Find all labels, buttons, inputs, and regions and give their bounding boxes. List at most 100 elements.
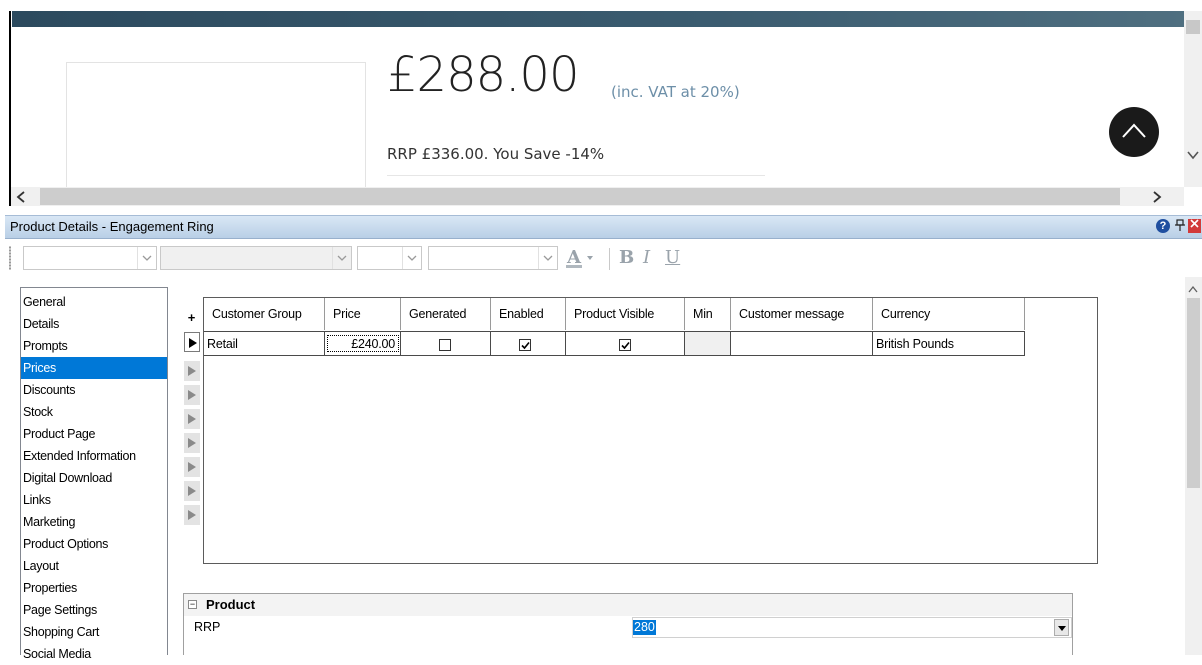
- nav-item-extended-information[interactable]: Extended Information: [21, 445, 167, 467]
- chevron-right-icon: [1153, 191, 1162, 203]
- nav-item-social-media[interactable]: Social Media: [21, 643, 167, 665]
- panel-title-bar: Product Details - Engagement Ring: [5, 215, 1202, 239]
- format-select[interactable]: [428, 246, 558, 270]
- add-row-button[interactable]: +: [184, 309, 199, 329]
- nav-item-stock[interactable]: Stock: [21, 401, 167, 423]
- column-header-customer-message[interactable]: Customer message: [731, 298, 873, 330]
- web-vertical-scroll-thumb[interactable]: [1186, 20, 1200, 34]
- chevron-up-icon: [1188, 285, 1198, 293]
- nav-item-properties[interactable]: Properties: [21, 577, 167, 599]
- enabled-checkbox[interactable]: [519, 339, 531, 351]
- chevron-down-icon: [142, 255, 152, 261]
- toolbar-grip[interactable]: [9, 246, 11, 270]
- panel-vertical-scroll-thumb[interactable]: [1187, 298, 1200, 488]
- column-header-min[interactable]: Min: [685, 298, 731, 330]
- scroll-down-arrow[interactable]: [1186, 148, 1200, 162]
- product-price: £288.00: [387, 47, 579, 103]
- row-pointer-icon: [188, 438, 196, 448]
- property-value-rrp[interactable]: 280: [633, 620, 656, 635]
- column-header-generated[interactable]: Generated: [401, 298, 491, 330]
- property-name-rrp[interactable]: RRP: [194, 620, 220, 634]
- column-header-product-visible[interactable]: Product Visible: [566, 298, 685, 330]
- row-pointer-icon: [188, 390, 196, 400]
- nav-item-links[interactable]: Links: [21, 489, 167, 511]
- formatting-toolbar: A B I U: [5, 240, 1202, 277]
- nav-item-details[interactable]: Details: [21, 313, 167, 335]
- chevron-up-icon: [1122, 123, 1146, 138]
- nav-item-marketing[interactable]: Marketing: [21, 511, 167, 533]
- cell-currency[interactable]: British Pounds: [873, 331, 1025, 356]
- nav-item-page-settings[interactable]: Page Settings: [21, 599, 167, 621]
- cell-customer-message[interactable]: [731, 331, 873, 356]
- row-selector[interactable]: [184, 481, 200, 501]
- font-family-select[interactable]: [160, 246, 352, 270]
- property-grid: − Product RRP 280: [183, 593, 1073, 655]
- chevron-down-icon: [1187, 151, 1199, 160]
- font-color-icon: A: [566, 247, 593, 268]
- scroll-left-arrow[interactable]: [14, 190, 28, 207]
- italic-button[interactable]: I: [643, 246, 659, 270]
- property-category-label: Product: [206, 597, 256, 612]
- cell-generated[interactable]: [401, 331, 491, 356]
- nav-item-general[interactable]: General: [21, 291, 167, 313]
- cell-enabled[interactable]: [491, 331, 566, 356]
- scroll-to-top-button[interactable]: [1109, 107, 1159, 157]
- nav-item-shopping-cart[interactable]: Shopping Cart: [21, 621, 167, 643]
- web-horizontal-scroll-thumb[interactable]: [40, 188, 1120, 205]
- row-pointer-icon: [188, 366, 196, 376]
- product-visible-checkbox[interactable]: [619, 339, 631, 351]
- property-value-field[interactable]: [632, 617, 1072, 638]
- generated-checkbox[interactable]: [439, 339, 451, 351]
- pin-icon[interactable]: [1174, 219, 1186, 233]
- dropdown-arrow-icon: [1058, 626, 1066, 631]
- checkmark-icon: [521, 341, 530, 350]
- style-select[interactable]: [23, 246, 157, 270]
- help-icon[interactable]: ?: [1156, 219, 1170, 233]
- column-header-enabled[interactable]: Enabled: [491, 298, 566, 330]
- row-pointer-icon: [188, 486, 196, 496]
- row-selector[interactable]: [184, 409, 200, 429]
- divider: [387, 175, 765, 176]
- cell-min[interactable]: [685, 331, 731, 356]
- row-selector[interactable]: [184, 385, 200, 405]
- price-value[interactable]: £240.00: [327, 335, 399, 352]
- nav-item-prices[interactable]: Prices: [21, 357, 167, 379]
- row-selector[interactable]: [184, 457, 200, 477]
- property-dropdown-button[interactable]: [1054, 619, 1069, 636]
- column-header-currency[interactable]: Currency: [873, 298, 1025, 330]
- row-pointer-icon: [188, 414, 196, 424]
- close-icon[interactable]: [1188, 219, 1201, 233]
- bold-button[interactable]: B: [619, 246, 637, 270]
- web-preview-area: £288.00 (inc. VAT at 20%) RRP £336.00. Y…: [11, 27, 1184, 187]
- toolbar-separator: [609, 248, 610, 270]
- scroll-up-arrow[interactable]: [1188, 282, 1198, 296]
- prices-grid: Customer Group Price Generated Enabled P…: [203, 297, 1098, 564]
- row-selector[interactable]: [184, 361, 200, 381]
- font-color-button[interactable]: A: [565, 246, 605, 270]
- nav-item-layout[interactable]: Layout: [21, 555, 167, 577]
- row-selector-active[interactable]: [184, 332, 200, 352]
- cell-price[interactable]: £240.00: [325, 331, 401, 356]
- scroll-right-arrow[interactable]: [1150, 190, 1164, 207]
- cell-product-visible[interactable]: [566, 331, 685, 356]
- section-nav-list[interactable]: General Details Prompts Prices Discounts…: [20, 287, 168, 661]
- column-header-price[interactable]: Price: [325, 298, 401, 330]
- property-category-row[interactable]: − Product: [184, 594, 1072, 616]
- nav-item-prompts[interactable]: Prompts: [21, 335, 167, 357]
- nav-item-product-options[interactable]: Product Options: [21, 533, 167, 555]
- web-top-margin: [0, 0, 1202, 11]
- collapse-icon[interactable]: −: [188, 600, 197, 609]
- cell-customer-group[interactable]: Retail: [204, 331, 325, 356]
- row-pointer-icon: [188, 510, 196, 520]
- underline-button[interactable]: U: [665, 246, 683, 270]
- nav-item-product-page[interactable]: Product Page: [21, 423, 167, 445]
- row-selector[interactable]: [184, 505, 200, 525]
- nav-item-discounts[interactable]: Discounts: [21, 379, 167, 401]
- row-selector[interactable]: [184, 433, 200, 453]
- column-header-customer-group[interactable]: Customer Group: [204, 298, 325, 330]
- font-size-select[interactable]: [357, 246, 422, 270]
- nav-item-digital-download[interactable]: Digital Download: [21, 467, 167, 489]
- chevron-down-icon: [407, 255, 417, 261]
- product-image-box: [66, 62, 366, 187]
- chevron-down-icon: [543, 255, 553, 261]
